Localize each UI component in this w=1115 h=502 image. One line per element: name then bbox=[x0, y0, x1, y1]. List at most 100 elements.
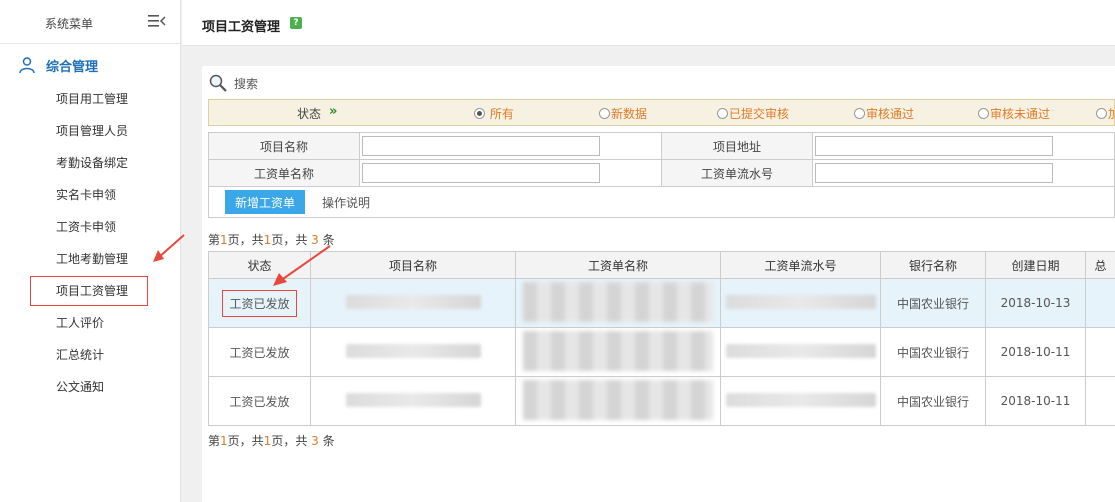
row-total bbox=[1085, 278, 1115, 328]
pager-text: 页，共 bbox=[271, 434, 308, 448]
sidebar-item-statistics[interactable]: 汇总统计 bbox=[56, 346, 104, 364]
table-row[interactable]: 工资已发放 中国农业银行 2018-10-11 bbox=[208, 376, 1115, 426]
new-payroll-button[interactable]: 新增工资单 bbox=[225, 190, 305, 214]
double-chevron-icon: » bbox=[329, 104, 338, 119]
radio-label: 加 bbox=[1108, 107, 1115, 121]
radio-label: 所有 bbox=[489, 107, 514, 121]
payroll-name-input[interactable] bbox=[362, 163, 601, 183]
row-payroll-serial bbox=[720, 278, 881, 328]
sidebar-title: 系统菜单 bbox=[45, 17, 94, 31]
project-name-input[interactable] bbox=[362, 136, 601, 156]
radio-label: 审核通过 bbox=[866, 107, 915, 121]
search-toggle[interactable]: 搜索 bbox=[208, 72, 258, 94]
sidebar-header: 系统菜单 bbox=[0, 0, 180, 44]
pager-count: 3 bbox=[311, 233, 319, 247]
sidebar-item-project-managers[interactable]: 项目管理人员 bbox=[56, 122, 128, 140]
payroll-serial-cell bbox=[812, 159, 1115, 187]
row-bank-name: 中国农业银行 bbox=[880, 278, 986, 328]
row-status: 工资已发放 bbox=[208, 376, 311, 426]
redacted-text bbox=[523, 281, 713, 322]
main-panel: 搜索 状态 » 所有 新数据 已提交审核 审核通过 审核未通过 加 项目名称 项… bbox=[202, 66, 1115, 502]
row-project-name bbox=[310, 376, 516, 426]
sidebar-item-site-attendance[interactable]: 工地考勤管理 bbox=[56, 250, 128, 268]
search-icon bbox=[209, 74, 227, 92]
col-total[interactable]: 总 bbox=[1085, 251, 1115, 279]
sidebar-item-salary-card[interactable]: 工资卡申领 bbox=[56, 218, 116, 236]
row-bank-name: 中国农业银行 bbox=[880, 376, 986, 426]
radio-label: 审核未通过 bbox=[990, 107, 1051, 121]
status-radio-new[interactable]: 新数据 bbox=[599, 105, 647, 122]
pager-text: 条 bbox=[322, 233, 335, 247]
row-created-date: 2018-10-13 bbox=[985, 278, 1086, 328]
col-project-name[interactable]: 项目名称 bbox=[310, 251, 516, 279]
row-bank-name: 中国农业银行 bbox=[880, 327, 986, 377]
row-status: 工资已发放 bbox=[208, 327, 311, 377]
action-bar: 新增工资单 操作说明 bbox=[208, 187, 1115, 218]
table-header-row: 状态 项目名称 工资单名称 工资单流水号 银行名称 创建日期 总 bbox=[208, 251, 1115, 279]
sidebar-item-project-labor[interactable]: 项目用工管理 bbox=[56, 90, 128, 108]
menu-collapse-icon[interactable] bbox=[148, 14, 166, 28]
row-created-date: 2018-10-11 bbox=[985, 376, 1086, 426]
sidebar-item-worker-evaluation[interactable]: 工人评价 bbox=[56, 314, 104, 332]
pager-text: 页，共 bbox=[227, 233, 264, 247]
project-name-cell bbox=[359, 132, 662, 160]
pager-top: 第1页，共1页，共 3 条 bbox=[208, 231, 335, 248]
col-status[interactable]: 状态 bbox=[208, 251, 311, 279]
status-radio-submitted[interactable]: 已提交审核 bbox=[717, 105, 789, 122]
pager-bottom: 第1页，共1页，共 3 条 bbox=[208, 432, 335, 449]
project-address-cell bbox=[812, 132, 1115, 160]
status-radio-more[interactable]: 加 bbox=[1096, 105, 1115, 122]
sidebar-item-project-salary[interactable]: 项目工资管理 bbox=[30, 276, 148, 306]
payroll-serial-label: 工资单流水号 bbox=[660, 159, 814, 187]
sidebar-group-label: 综合管理 bbox=[46, 59, 99, 75]
col-payroll-serial[interactable]: 工资单流水号 bbox=[720, 251, 881, 279]
operation-help-link[interactable]: 操作说明 bbox=[322, 194, 370, 211]
table-row[interactable]: 工资已发放 中国农业银行 2018-10-11 bbox=[208, 327, 1115, 377]
status-filter: 状态 » 所有 新数据 已提交审核 审核通过 审核未通过 加 bbox=[208, 99, 1115, 126]
pager-count: 3 bbox=[311, 434, 319, 448]
payroll-name-label: 工资单名称 bbox=[207, 159, 361, 187]
pager-text: 页，共 bbox=[227, 434, 264, 448]
row-status: 工资已发放 bbox=[208, 278, 311, 328]
pager-text: 第 bbox=[208, 434, 221, 448]
col-payroll-name[interactable]: 工资单名称 bbox=[515, 251, 721, 279]
status-filter-label: 状态 bbox=[297, 107, 322, 121]
row-payroll-name bbox=[515, 278, 721, 328]
payroll-name-cell bbox=[359, 159, 662, 187]
status-text: 工资已发放 bbox=[229, 394, 290, 409]
status-radio-approved[interactable]: 审核通过 bbox=[854, 105, 914, 122]
sidebar-item-realname-card[interactable]: 实名卡申领 bbox=[56, 186, 116, 204]
redacted-text bbox=[345, 392, 481, 407]
sidebar-item-notices[interactable]: 公文通知 bbox=[56, 378, 104, 396]
project-address-input[interactable] bbox=[815, 136, 1054, 156]
status-radio-rejected[interactable]: 审核未通过 bbox=[978, 105, 1050, 122]
row-payroll-serial bbox=[720, 376, 881, 426]
pager-page: 1 bbox=[220, 434, 228, 448]
radio-icon bbox=[599, 108, 610, 119]
row-project-name bbox=[310, 278, 516, 328]
payroll-serial-input[interactable] bbox=[815, 163, 1054, 183]
radio-icon bbox=[854, 108, 865, 119]
status-text: 工资已发放 bbox=[229, 345, 290, 360]
col-bank-name[interactable]: 银行名称 bbox=[880, 251, 986, 279]
row-payroll-serial bbox=[720, 327, 881, 377]
table-row[interactable]: 工资已发放 中国农业银行 2018-10-13 bbox=[208, 278, 1115, 328]
sidebar-group-comprehensive[interactable]: 综合管理 bbox=[18, 55, 98, 75]
col-created-date[interactable]: 创建日期 bbox=[985, 251, 1086, 279]
pager-text: 页，共 bbox=[271, 233, 308, 247]
row-payroll-name bbox=[515, 327, 721, 377]
row-created-date: 2018-10-11 bbox=[985, 327, 1086, 377]
page-header: 项目工资管理 ? bbox=[182, 0, 1115, 46]
redacted-text bbox=[523, 330, 713, 371]
redacted-text bbox=[523, 379, 713, 420]
help-icon[interactable]: ? bbox=[290, 17, 302, 29]
search-form: 项目名称 项目地址 工资单名称 工资单流水号 bbox=[207, 132, 1115, 187]
redacted-text bbox=[725, 294, 876, 309]
project-address-label: 项目地址 bbox=[660, 132, 814, 160]
status-radio-all[interactable]: 所有 bbox=[474, 105, 514, 122]
row-project-name bbox=[310, 327, 516, 377]
user-icon bbox=[19, 57, 35, 74]
sidebar-item-attendance-device[interactable]: 考勤设备绑定 bbox=[56, 154, 128, 172]
radio-icon bbox=[978, 108, 989, 119]
radio-icon bbox=[474, 108, 485, 119]
